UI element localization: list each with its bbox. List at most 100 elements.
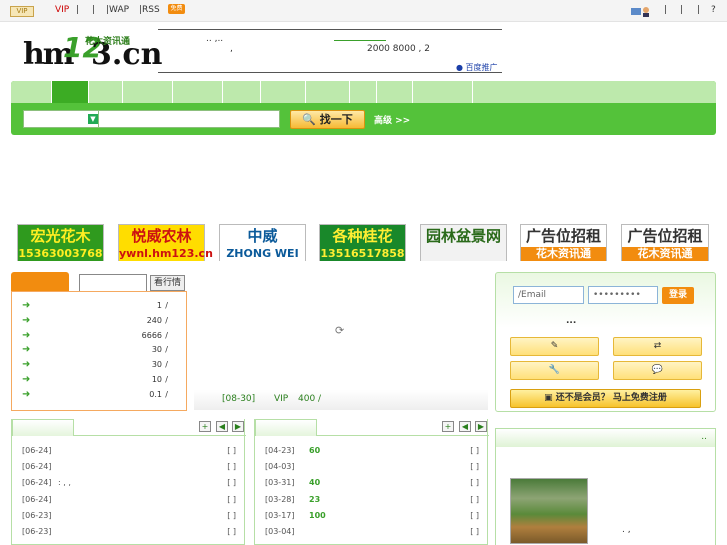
wap-link[interactable]: |WAP <box>106 5 129 15</box>
rss-link[interactable]: |RSS <box>139 5 160 15</box>
stats-tab[interactable] <box>11 272 69 292</box>
stat-row[interactable]: ➜ 30/ <box>22 344 182 357</box>
password-field[interactable]: ••••••••• <box>588 286 658 304</box>
list-item[interactable]: [06-24]: , , [ ] <box>22 478 236 492</box>
banner-subtitle <box>421 247 506 261</box>
item-category[interactable]: [ ] <box>227 527 236 536</box>
list-tab[interactable] <box>255 419 317 436</box>
banner-ad[interactable]: 中威 ZHONG WEI <box>219 224 306 261</box>
item-category[interactable]: [ ] <box>470 462 479 471</box>
item-category[interactable]: [ ] <box>227 478 236 487</box>
banner-subtitle: 15363003768 <box>18 247 103 261</box>
stats-search-input[interactable] <box>79 274 147 292</box>
banner-ad[interactable]: 宏光花木 15363003768 <box>17 224 104 261</box>
next-icon[interactable]: ▶ <box>475 421 487 432</box>
nav-tab[interactable] <box>413 81 473 103</box>
nav-tab[interactable] <box>306 81 350 103</box>
member-action-button[interactable]: ✎ <box>510 337 599 356</box>
nav-tab[interactable] <box>223 81 261 103</box>
item-date: [04-03] <box>265 462 295 472</box>
item-category[interactable]: [ ] <box>227 511 236 520</box>
stat-row[interactable]: ➜ 30/ <box>22 359 182 372</box>
item-category[interactable]: [ ] <box>470 446 479 455</box>
email-field[interactable]: /Email <box>513 286 584 304</box>
item-category[interactable]: [ ] <box>470 527 479 536</box>
featured-caption: . , <box>622 525 631 535</box>
list-item[interactable]: [03-28] 23 [ ] <box>265 495 479 509</box>
vip-link[interactable]: VIP <box>55 5 69 15</box>
stat-row[interactable]: ➜ 240/ <box>22 315 182 328</box>
register-button[interactable]: ▣ 还不是会员？ 马上免费注册 <box>510 389 701 408</box>
user-icon[interactable] <box>631 6 651 17</box>
item-category[interactable]: [ ] <box>470 511 479 520</box>
plus-icon[interactable]: + <box>199 421 211 432</box>
login-button[interactable]: 登录 <box>662 287 694 304</box>
search-button-label: 找一下 <box>319 113 353 126</box>
baidu-ad-label[interactable]: ● 百度推广 <box>456 62 498 73</box>
item-category[interactable]: [ ] <box>227 462 236 471</box>
stat-row[interactable]: ➜ 0.1/ <box>22 389 182 402</box>
banner-ad[interactable]: 广告位招租 花木资讯通 <box>621 224 709 261</box>
list-item[interactable]: [06-24] [ ] <box>22 462 236 476</box>
vip-badge[interactable]: VIP <box>10 6 34 17</box>
banner-ad[interactable]: 园林盆景网 <box>420 224 507 261</box>
banner-ad[interactable]: 各种桂花 13516517858 <box>319 224 406 261</box>
prev-icon[interactable]: ◀ <box>216 421 228 432</box>
stat-slash: / <box>165 330 168 340</box>
item-category[interactable]: [ ] <box>470 478 479 487</box>
list-item[interactable]: [06-24] [ ] <box>22 495 236 509</box>
list-item[interactable]: [06-23] [ ] <box>22 527 236 541</box>
list-item[interactable]: [03-17] 100 [ ] <box>265 511 479 525</box>
item-category[interactable]: [ ] <box>470 495 479 504</box>
nav-tab[interactable] <box>89 81 123 103</box>
list-item[interactable]: [03-31] 40 [ ] <box>265 478 479 492</box>
list-tab[interactable] <box>12 419 74 436</box>
nav-tab[interactable] <box>261 81 306 103</box>
list-item[interactable]: [04-23] 60 [ ] <box>265 446 479 460</box>
ad-notice[interactable]: .. ,.. , 2000 8000 , 2 <box>158 29 502 73</box>
plus-icon[interactable]: + <box>442 421 454 432</box>
view-market-button[interactable]: 看行情 <box>150 275 185 291</box>
arrow-right-icon: ➜ <box>22 314 31 326</box>
search-button[interactable]: 🔍 找一下 <box>290 110 365 129</box>
nav-tab[interactable] <box>11 81 52 103</box>
register-label: 还不是会员？ 马上免费注册 <box>555 393 667 403</box>
notice-count: 400 / <box>298 394 322 404</box>
notice-vip[interactable]: VIP <box>274 394 288 404</box>
stat-slash: / <box>165 360 168 370</box>
list-item[interactable]: [06-23] [ ] <box>22 511 236 525</box>
stat-row[interactable]: ➜ 6666/ <box>22 330 182 343</box>
search-category-select[interactable]: ▼ <box>23 110 101 128</box>
nav-tab[interactable] <box>377 81 413 103</box>
banner-ad[interactable]: 广告位招租 花木资讯通 <box>520 224 607 261</box>
list-item[interactable]: [03-04] [ ] <box>265 527 479 541</box>
stat-slash: / <box>165 301 168 310</box>
nursery-photo[interactable] <box>510 478 588 544</box>
stat-row[interactable]: ➜ 1/ <box>22 300 182 313</box>
top-separator: | <box>92 5 96 15</box>
more-link[interactable]: .. <box>701 432 707 442</box>
member-action-button[interactable]: 💬 <box>613 361 702 380</box>
banner-ad[interactable]: 悦威农林 ywnl.hm123.cn <box>118 224 213 261</box>
list-item[interactable]: [06-24] [ ] <box>22 446 236 460</box>
item-category[interactable]: [ ] <box>227 446 236 455</box>
site-logo[interactable]: hm 12 3.cn 花木资讯通 <box>23 31 162 73</box>
prev-icon[interactable]: ◀ <box>459 421 471 432</box>
nav-tab[interactable] <box>123 81 173 103</box>
nav-tab[interactable] <box>350 81 377 103</box>
next-icon[interactable]: ▶ <box>232 421 244 432</box>
member-action-button[interactable]: ⇄ <box>613 337 702 356</box>
search-input[interactable] <box>98 110 280 128</box>
stat-value: 240 <box>146 315 162 325</box>
nav-tab[interactable] <box>173 81 223 103</box>
member-action-button[interactable]: 🔧 <box>510 361 599 380</box>
item-number: 60 <box>309 446 321 455</box>
nav-tab-active[interactable] <box>52 81 89 103</box>
item-category[interactable]: [ ] <box>227 495 236 504</box>
advanced-search-link[interactable]: 高级 >> <box>374 113 410 126</box>
chat-icon: 💬 <box>651 365 664 375</box>
stat-row[interactable]: ➜ 10/ <box>22 374 182 387</box>
list-item[interactable]: [04-03] [ ] <box>265 462 479 476</box>
help-link[interactable]: ? <box>711 5 716 15</box>
login-links[interactable]: ... <box>566 316 576 326</box>
